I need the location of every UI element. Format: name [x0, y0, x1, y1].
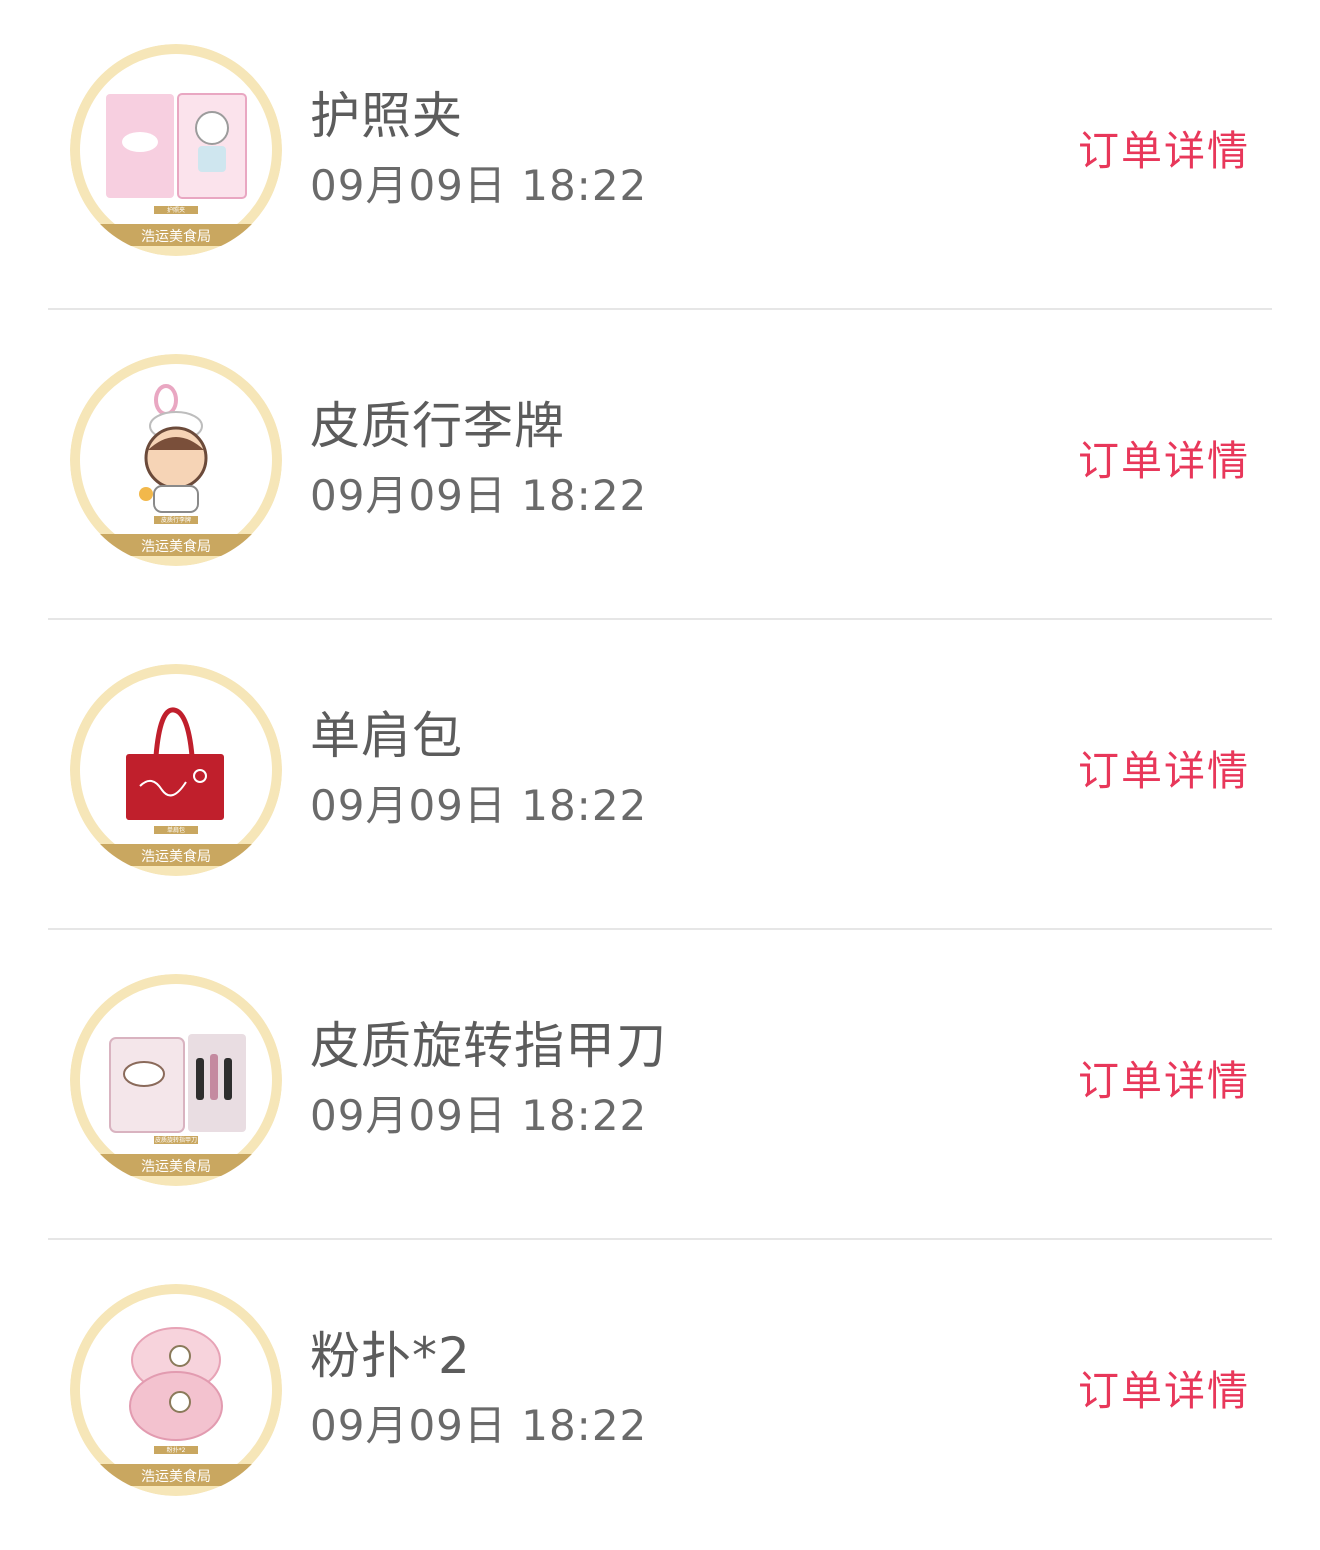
thumb-caption: 浩运美食局: [141, 848, 211, 865]
order-detail-link[interactable]: 订单详情: [1078, 1363, 1250, 1419]
product-thumbnail[interactable]: 护照夹 浩运美食局: [70, 44, 282, 256]
order-time: 09月09日 18:22: [310, 781, 648, 830]
order-row[interactable]: 皮质旋转指甲刀 浩运美食局 皮质旋转指甲刀 09月09日 18:22 订单详情: [48, 930, 1272, 1240]
product-thumbnail[interactable]: 单肩包 浩运美食局: [70, 664, 282, 876]
thumb-caption: 浩运美食局: [141, 538, 211, 555]
order-row[interactable]: 皮质行李牌 浩运美食局 皮质行李牌 09月09日 18:22 订单详情: [48, 310, 1272, 620]
item-name: 粉扑*2: [310, 1327, 471, 1385]
item-name: 单肩包: [310, 707, 463, 765]
order-time: 09月09日 18:22: [310, 161, 648, 210]
thumb-caption: 浩运美食局: [141, 1158, 211, 1175]
order-time: 09月09日 18:22: [310, 1401, 648, 1450]
tote-bag-icon: 单肩包 浩运美食局: [70, 664, 282, 876]
order-row[interactable]: 单肩包 浩运美食局 单肩包 09月09日 18:22 订单详情: [48, 620, 1272, 930]
order-detail-link[interactable]: 订单详情: [1078, 433, 1250, 489]
luggage-tag-icon: 皮质行李牌 浩运美食局: [70, 354, 282, 566]
order-time: 09月09日 18:22: [310, 471, 648, 520]
product-thumbnail[interactable]: 皮质行李牌 浩运美食局: [70, 354, 282, 566]
passport-holder-icon: 护照夹 浩运美食局: [70, 44, 282, 256]
thumb-tag: 护照夹: [167, 206, 185, 214]
thumb-caption: 浩运美食局: [141, 1468, 211, 1485]
order-time: 09月09日 18:22: [310, 1091, 648, 1140]
order-list: 护照夹 浩运美食局 护照夹 09月09日 18:22 订单详情 皮质行李牌 浩运…: [0, 0, 1320, 1544]
nail-clipper-icon: 皮质旋转指甲刀 浩运美食局: [70, 974, 282, 1186]
order-row[interactable]: 护照夹 浩运美食局 护照夹 09月09日 18:22 订单详情: [48, 0, 1272, 310]
item-name: 皮质行李牌: [310, 397, 565, 455]
order-detail-link[interactable]: 订单详情: [1078, 1053, 1250, 1109]
item-name: 皮质旋转指甲刀: [310, 1017, 667, 1075]
powder-puff-icon: 粉扑*2 浩运美食局: [70, 1284, 282, 1496]
order-detail-link[interactable]: 订单详情: [1078, 123, 1250, 179]
thumb-tag: 单肩包: [167, 826, 185, 834]
thumb-tag: 皮质行李牌: [161, 516, 191, 524]
item-name: 护照夹: [310, 87, 463, 145]
thumb-caption: 浩运美食局: [141, 228, 211, 245]
order-detail-link[interactable]: 订单详情: [1078, 743, 1250, 799]
product-thumbnail[interactable]: 粉扑*2 浩运美食局: [70, 1284, 282, 1496]
product-thumbnail[interactable]: 皮质旋转指甲刀 浩运美食局: [70, 974, 282, 1186]
order-row[interactable]: 粉扑*2 浩运美食局 粉扑*2 09月09日 18:22 订单详情: [48, 1240, 1272, 1550]
thumb-tag: 粉扑*2: [167, 1446, 186, 1454]
thumb-tag: 皮质旋转指甲刀: [155, 1136, 197, 1144]
